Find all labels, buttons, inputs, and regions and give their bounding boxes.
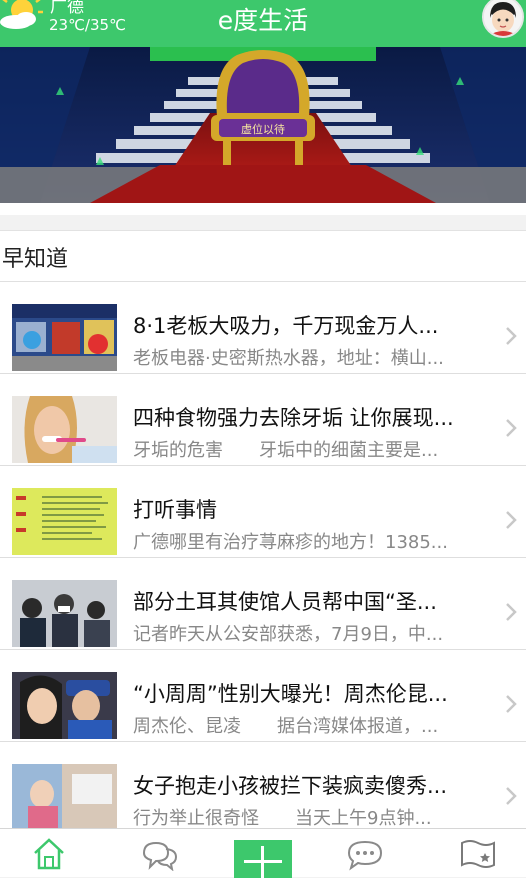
section-title: 早知道 xyxy=(2,247,69,272)
couple-selfie-photo xyxy=(12,672,117,739)
news-summary: 广德哪里有治疗荨麻疹的地方！1385... xyxy=(133,532,448,553)
app-header: 广德 23℃/35℃ e度生活 xyxy=(0,0,526,47)
banner-text: 虚位以待 xyxy=(241,122,285,136)
home-icon xyxy=(34,838,64,870)
bottom-tab-bar xyxy=(0,828,526,878)
chevron-right-icon xyxy=(506,787,517,805)
news-summary: 周杰伦、昆凌 据台湾媒体报道，... xyxy=(133,716,439,737)
news-list[interactable]: 8·1老板大吸力，千万现金万人... 老板电器·史密斯热水器，地址：横山... … xyxy=(0,282,526,828)
section-header: 早知道 xyxy=(0,231,526,282)
map-flag-icon xyxy=(461,840,495,868)
tab-map[interactable] xyxy=(440,829,520,878)
news-item[interactable]: 四种食物强力去除牙垢 让你展现... 牙垢的危害 牙垢中的细菌主要是... xyxy=(0,374,526,466)
news-title[interactable]: 四种食物强力去除牙垢 让你展现... xyxy=(133,402,493,432)
storefront-photo xyxy=(12,304,117,371)
chevron-right-icon xyxy=(506,419,517,437)
news-item[interactable]: 打听事情 广德哪里有治疗荨麻疹的地方！1385... xyxy=(0,466,526,558)
plus-icon xyxy=(234,840,292,878)
news-summary: 老板电器·史密斯热水器，地址：横山... xyxy=(133,348,444,369)
airport-crowd-photo xyxy=(12,580,117,647)
news-title[interactable]: 8·1老板大吸力，千万现金万人... xyxy=(133,310,493,340)
news-item[interactable]: 部分土耳其使馆人员帮中国“圣... 记者昨天从公安部获悉，7月9日，中... xyxy=(0,558,526,650)
comment-dots-icon xyxy=(347,840,383,871)
tab-messages[interactable] xyxy=(330,829,400,878)
toothbrush-woman-photo xyxy=(12,396,117,463)
child-photo xyxy=(12,764,117,828)
section-divider xyxy=(0,203,526,231)
tab-home[interactable] xyxy=(0,829,100,878)
chevron-right-icon xyxy=(506,327,517,345)
chat-bubbles-icon xyxy=(142,841,178,871)
throne-banner[interactable]: 虚位以待 xyxy=(0,47,526,203)
news-summary: 记者昨天从公安部获悉，7月9日，中... xyxy=(133,624,444,645)
news-title[interactable]: 女子抱走小孩被拦下装疯卖傻秀... xyxy=(133,770,493,800)
tab-add[interactable] xyxy=(234,829,292,878)
chevron-right-icon xyxy=(506,511,517,529)
news-title[interactable]: 部分土耳其使馆人员帮中国“圣... xyxy=(133,586,493,616)
news-item[interactable]: 8·1老板大吸力，千万现金万人... 老板电器·史密斯热水器，地址：横山... xyxy=(0,282,526,374)
app-title: e度生活 xyxy=(217,6,309,35)
news-title[interactable]: 打听事情 xyxy=(133,494,493,524)
news-summary: 行为举止很奇怪 当天上午9点钟... xyxy=(133,808,432,828)
yellow-notice-photo xyxy=(12,488,117,555)
tab-chat[interactable] xyxy=(108,829,208,878)
news-item[interactable]: 女子抱走小孩被拦下装疯卖傻秀... 行为举止很奇怪 当天上午9点钟... xyxy=(0,742,526,828)
news-title[interactable]: “小周周”性别大曝光！周杰伦昆... xyxy=(133,678,493,708)
chevron-right-icon xyxy=(506,603,517,621)
news-item[interactable]: “小周周”性别大曝光！周杰伦昆... 周杰伦、昆凌 据台湾媒体报道，... xyxy=(0,650,526,742)
chevron-right-icon xyxy=(506,695,517,713)
news-summary: 牙垢的危害 牙垢中的细菌主要是... xyxy=(133,440,439,461)
